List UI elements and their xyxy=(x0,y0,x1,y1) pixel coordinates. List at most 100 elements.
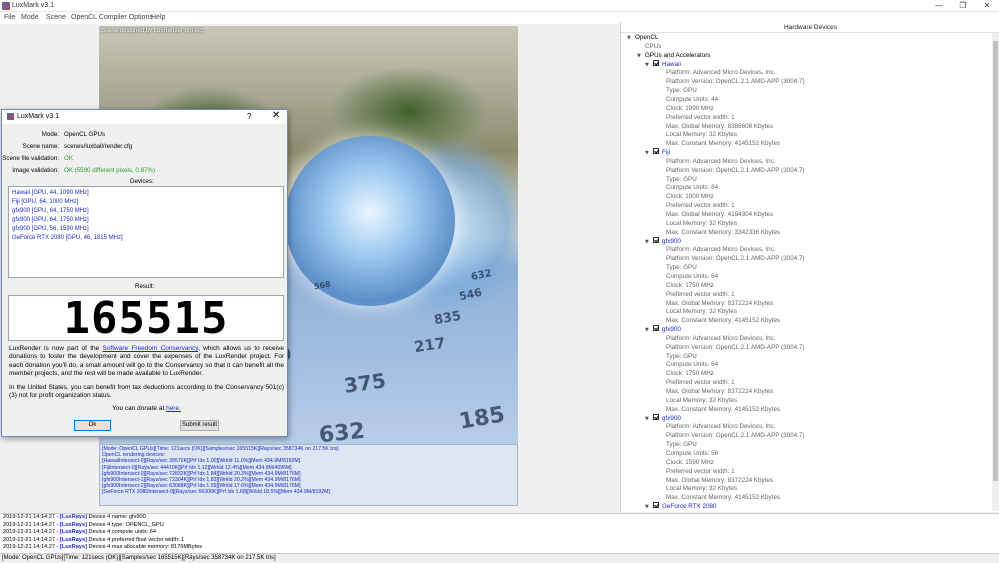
device-property-label: Preferred vector width: 1 xyxy=(666,379,735,387)
donation-info: LuxRender is now part of the Software Fr… xyxy=(9,345,284,414)
device-property-label: Local Memory: 32 Kbytes xyxy=(666,219,738,227)
donate-link[interactable]: here. xyxy=(166,405,181,412)
device-property: Max. Constant Memory: 4145152 Kbytes xyxy=(666,494,780,502)
device-property: Max. Global Memory: 8372224 Kbytes xyxy=(666,300,773,308)
device-property: Type: GPU xyxy=(666,441,697,449)
scrollbar-thumb[interactable] xyxy=(993,41,998,481)
device-property: Platform: Advanced Micro Devices, Inc. xyxy=(666,69,776,77)
device-property: Preferred vector width: 1 xyxy=(666,202,735,210)
device-property-label: Platform Version: OpenCL 2.1 AMD-APP (30… xyxy=(666,343,805,351)
render-floor-number: 217 xyxy=(412,333,447,357)
device-property-label: Platform: Advanced Micro Devices, Inc. xyxy=(666,246,776,254)
console-line: 2019-12-21 14:14:27 - [LuxRays] Device 4… xyxy=(3,514,146,520)
device-property-label: Platform Version: OpenCL 2.1 AMD-APP (30… xyxy=(666,166,805,174)
menu-mode[interactable]: Mode xyxy=(21,14,39,21)
conservancy-link[interactable]: Software Freedom Conservancy xyxy=(102,345,198,352)
device-property-label: Type: GPU xyxy=(666,352,697,360)
tree-device-label: gfx900 xyxy=(662,237,681,245)
device-checkbox[interactable] xyxy=(653,236,659,243)
device-checkbox[interactable] xyxy=(653,502,659,509)
hardware-scrollbar[interactable] xyxy=(992,33,999,511)
device-property-label: Clock: 1750 MHz xyxy=(666,370,714,378)
expand-caret-icon[interactable]: ▼ xyxy=(637,52,645,60)
devices-list[interactable]: Hawaii [GPU, 44, 1090 MHz] Fiji [GPU, 64… xyxy=(8,186,284,278)
expand-caret-icon[interactable]: ▼ xyxy=(645,238,653,246)
close-icon[interactable]: ✕ xyxy=(975,0,999,12)
render-floor-number: 835 xyxy=(432,308,463,329)
tree-cpus[interactable]: CPUs xyxy=(645,43,661,51)
device-property: Local Memory: 32 Kbytes xyxy=(666,308,737,316)
device-item: GeForce RTX 2080 [GPU, 46, 1815 MHz] xyxy=(12,235,123,241)
donate-line: You can donate at here. xyxy=(112,405,181,413)
device-checkbox[interactable] xyxy=(653,148,659,155)
device-property: Type: GPU xyxy=(666,87,697,95)
device-property: Preferred vector width: 1 xyxy=(666,468,735,476)
tree-device[interactable]: ▼ gfx900 xyxy=(645,325,681,334)
device-property: Max. Global Memory: 4194304 Kbytes xyxy=(666,211,773,219)
device-property: Platform: Advanced Micro Devices, Inc. xyxy=(666,335,776,343)
help-icon[interactable]: ? xyxy=(247,112,251,121)
device-property-label: Max. Constant Memory: 4145152 Kbytes xyxy=(666,140,781,148)
tree-device-label: gfx900 xyxy=(662,414,681,422)
tree-device[interactable]: ▼ GeForce RTX 2080 xyxy=(645,502,717,511)
device-property: Preferred vector width: 1 xyxy=(666,291,735,299)
minimize-icon[interactable]: — xyxy=(927,0,951,12)
menu-opencl-compiler-options[interactable]: OpenCL Compiler Options xyxy=(71,14,153,21)
device-property: Platform Version: OpenCL 2.1 AMD-APP (30… xyxy=(666,167,805,175)
mode-value: OpenCL GPUs xyxy=(64,131,106,138)
expand-caret-icon[interactable]: ▼ xyxy=(627,34,635,42)
device-property: Compute Units: 64 xyxy=(666,273,718,281)
expand-caret-icon[interactable]: ▼ xyxy=(645,61,653,69)
console-line: 2019-12-21 14:14:27 - [LuxRays] Device 4… xyxy=(3,521,164,528)
render-floor-number: 375 xyxy=(342,368,388,398)
tree-device[interactable]: ▼ gfx900 xyxy=(645,236,681,246)
device-property: Clock: 1590 MHz xyxy=(666,459,714,467)
menu-scene[interactable]: Scene xyxy=(46,14,66,21)
device-property: Max. Constant Memory: 4145152 Kbytes xyxy=(666,406,780,414)
scene-credit: Scene designed by LuxRender project xyxy=(101,28,203,34)
device-property: Clock: 1000 MHz xyxy=(666,193,714,201)
dialog-close-icon[interactable]: ✕ xyxy=(272,110,280,121)
device-checkbox[interactable] xyxy=(653,59,659,66)
expand-caret-icon[interactable]: ▼ xyxy=(645,415,653,423)
device-property-label: Platform: Advanced Micro Devices, Inc. xyxy=(666,157,776,165)
device-property: Max. Global Memory: 8372224 Kbytes xyxy=(666,388,773,396)
device-property-label: Compute Units: 64 xyxy=(666,361,719,369)
expand-caret-icon[interactable]: ▼ xyxy=(645,503,653,511)
device-checkbox[interactable] xyxy=(653,413,659,420)
tree-opencl[interactable]: ▼ OpenCL xyxy=(627,34,658,42)
device-property-label: Platform: Advanced Micro Devices, Inc. xyxy=(666,334,776,342)
result-display: 165515 xyxy=(8,295,284,342)
image-validation-label: Image validation: xyxy=(12,167,59,174)
render-floor-number: 185 xyxy=(457,402,507,435)
title-bar: LuxMark v3.1 — ❐ ✕ xyxy=(0,0,999,12)
device-property: Platform Version: OpenCL 2.1 AMD-APP (30… xyxy=(666,255,805,263)
tree-device-label: gfx900 xyxy=(662,326,681,334)
device-property-label: Local Memory: 32 Kbytes xyxy=(666,308,738,316)
device-property: Compute Units: 56 xyxy=(666,450,718,458)
ok-button[interactable]: Ok xyxy=(74,420,111,431)
submit-result-button[interactable]: Submit result xyxy=(180,420,219,431)
device-property-label: Max. Global Memory: 8388608 Kbytes xyxy=(666,122,774,130)
maximize-icon[interactable]: ❐ xyxy=(951,0,975,12)
tree-device-label: Fiji xyxy=(662,149,671,157)
status-bar: [Mode: OpenCL GPUs][Time: 121secs (OK)][… xyxy=(0,553,999,562)
tree-device[interactable]: ▼ Hawaii xyxy=(645,59,681,69)
tree-gpus[interactable]: ▼ GPUs and Accelerators xyxy=(637,52,710,60)
device-property-label: Local Memory: 32 Kbytes xyxy=(666,396,738,404)
device-property-label: Platform Version: OpenCL 2.1 AMD-APP (30… xyxy=(666,78,805,86)
result-dialog: LuxMark v3.1 ? ✕ Mode: OpenCL GPUs Scene… xyxy=(1,109,288,437)
tree-device[interactable]: ▼ Fiji xyxy=(645,148,671,157)
device-property: Clock: 1750 MHz xyxy=(666,370,714,378)
menu-file[interactable]: File xyxy=(4,14,15,21)
menu-help[interactable]: Help xyxy=(151,14,165,21)
log-console[interactable]: 2019-12-21 14:14:27 - [LuxRays] Device 4… xyxy=(0,513,999,553)
device-property: Type: GPU xyxy=(666,176,697,184)
expand-caret-icon[interactable]: ▼ xyxy=(645,326,653,334)
device-item: gfx900 [GPU, 64, 1750 MHz] xyxy=(12,208,89,214)
tree-device[interactable]: ▼ gfx900 xyxy=(645,413,681,423)
expand-caret-icon[interactable]: ▼ xyxy=(645,149,653,157)
device-checkbox[interactable] xyxy=(653,325,659,332)
device-item: Hawaii [GPU, 44, 1090 MHz] xyxy=(12,190,89,196)
tree-device-label: GeForce RTX 2080 xyxy=(662,503,717,511)
